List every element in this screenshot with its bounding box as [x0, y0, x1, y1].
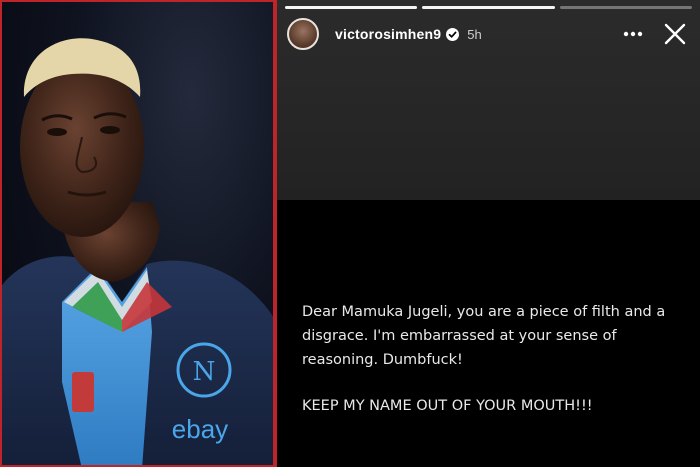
crest-letter: N [193, 357, 216, 387]
message-paragraph: KEEP MY NAME OUT OF YOUR MOUTH!!! [302, 398, 593, 414]
avatar[interactable] [287, 18, 319, 50]
progress-segment [285, 6, 418, 9]
player-photo: N ebay [0, 0, 273, 467]
sponsor-logo: ebay [172, 414, 228, 444]
username[interactable]: victorosimhen9 [335, 26, 441, 42]
player-illustration: N ebay [2, 38, 273, 465]
verified-badge-icon [446, 27, 460, 41]
story-progress-bar [285, 6, 692, 9]
composite-image: N ebay victorosimhen9 5h Dear Mamuka Jug… [0, 0, 700, 467]
more-options-icon[interactable] [618, 19, 648, 49]
story-message: Dear Mamuka Jugeli, you are a piece of f… [302, 300, 687, 418]
instagram-story: victorosimhen9 5h Dear Mamuka Jugeli, yo… [277, 0, 700, 467]
progress-segment [422, 6, 555, 9]
message-paragraph: Dear Mamuka Jugeli, you are a piece of f… [302, 304, 666, 368]
close-icon[interactable] [660, 19, 690, 49]
post-time: 5h [467, 26, 482, 42]
shirt-patch [72, 372, 94, 412]
story-header: victorosimhen9 5h [287, 16, 690, 52]
progress-segment [559, 6, 692, 9]
